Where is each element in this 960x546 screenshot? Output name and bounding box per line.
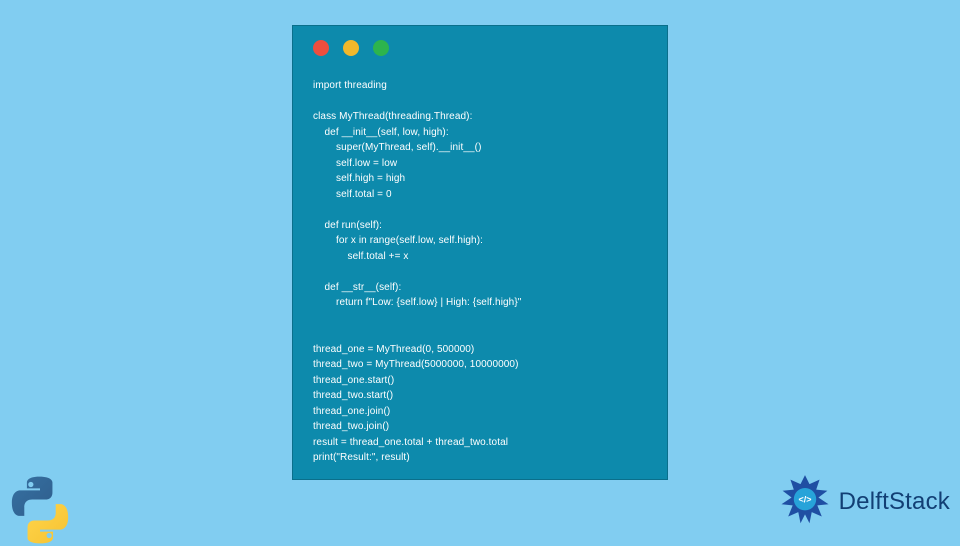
close-icon xyxy=(313,40,329,56)
brand-text: DelftStack xyxy=(839,488,950,516)
window-controls xyxy=(293,26,667,66)
delftstack-emblem-icon: </> xyxy=(777,474,833,530)
maximize-icon xyxy=(373,40,389,56)
code-window: import threading class MyThread(threadin… xyxy=(292,25,668,480)
delftstack-logo: </> DelftStack xyxy=(777,474,950,530)
code-content: import threading class MyThread(threadin… xyxy=(293,66,667,482)
minimize-icon xyxy=(343,40,359,56)
python-logo-icon xyxy=(4,474,76,546)
svg-text:</>: </> xyxy=(798,495,811,505)
